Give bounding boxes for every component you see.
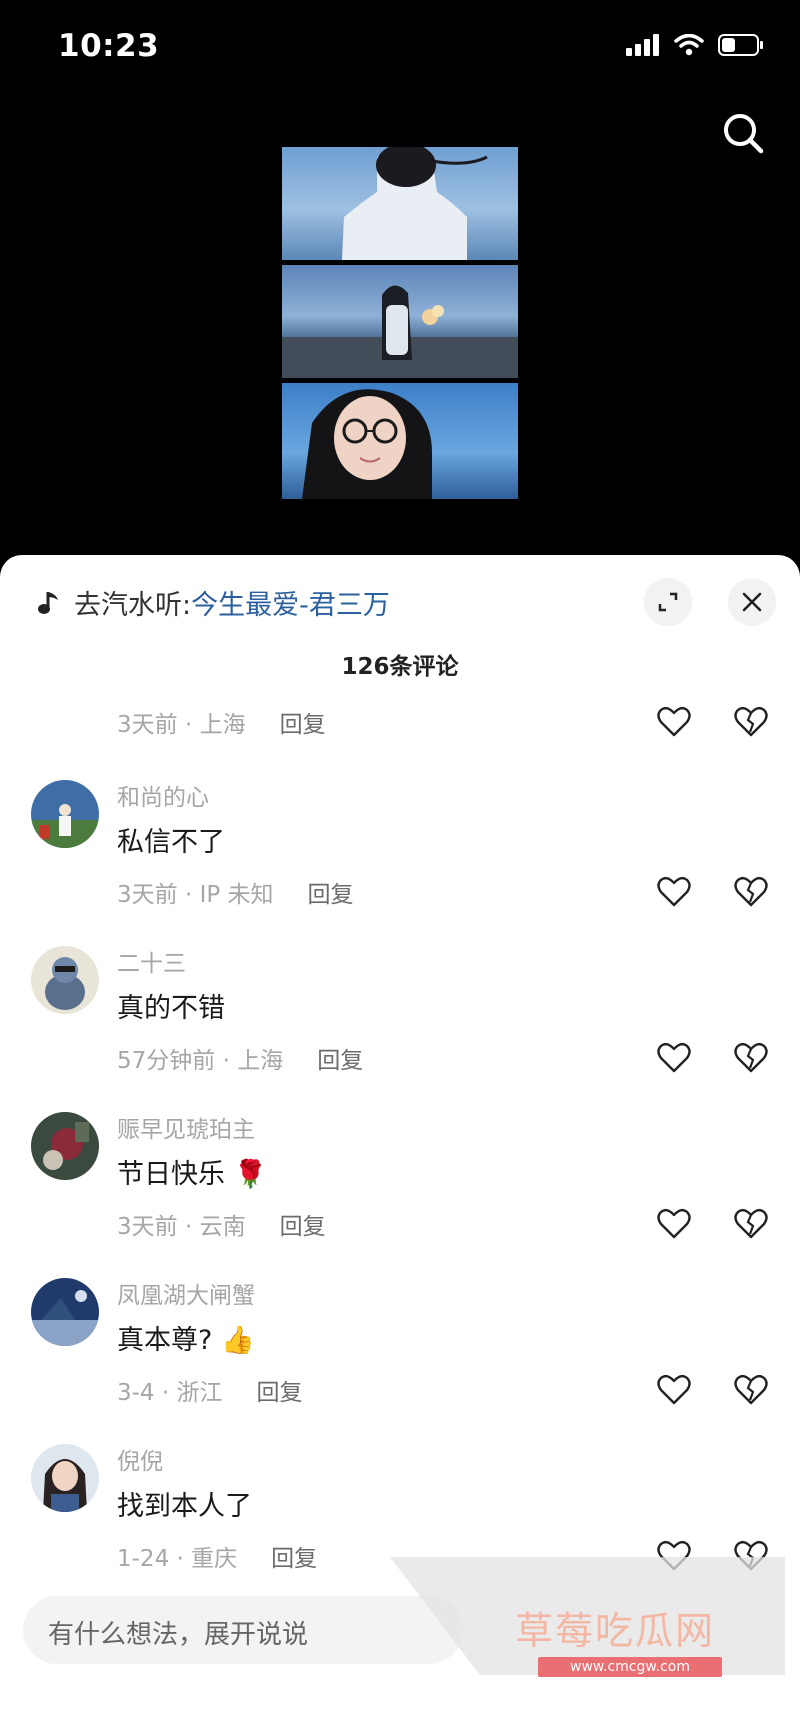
status-icons [626, 34, 764, 56]
wifi-icon [674, 34, 704, 56]
comment-item: 凤凰湖大闸蟹 真本尊? 👍 3-4 · 浙江 回复 [0, 1278, 800, 1444]
reply-button[interactable]: 回复 [280, 705, 326, 739]
close-icon [742, 592, 762, 612]
heart-icon[interactable] [657, 705, 691, 739]
comment-username[interactable]: 赈早见琥珀主 [117, 1110, 255, 1144]
close-button[interactable] [728, 578, 776, 626]
broken-heart-icon[interactable] [734, 705, 768, 739]
comment-time-location: 1-24 · 重庆 [117, 1546, 238, 1572]
comment-meta: 3天前 · 上海 回复 [117, 705, 326, 739]
music-link[interactable]: 去汽水听: 今生最爱-君三万 [36, 583, 390, 622]
reply-button[interactable]: 回复 [257, 1373, 303, 1407]
comment-username[interactable]: 倪倪 [117, 1442, 163, 1476]
search-icon [724, 114, 764, 154]
video-panel-1 [282, 147, 518, 260]
comment-item: 二十三 真的不错 57分钟前 · 上海 回复 [0, 946, 800, 1112]
comment-text: 节日快乐 🌹 [117, 1159, 268, 1190]
heart-icon[interactable] [657, 1373, 691, 1407]
comment-meta: 3天前 · 云南 回复 [117, 1207, 326, 1241]
music-prefix: 去汽水听: [74, 590, 192, 621]
avatar[interactable] [31, 1278, 99, 1346]
comment-count: 126条评论 [341, 654, 459, 680]
comment-time-location: 3天前 · IP 未知 [117, 882, 274, 908]
watermark-title: 草莓吃瓜网 [515, 1609, 716, 1653]
broken-heart-icon[interactable] [734, 875, 768, 909]
status-bar: 10:23 [0, 0, 800, 96]
thumbs-up-emoji: 👍 [220, 1325, 255, 1356]
comment-item: 赈早见琥珀主 节日快乐 🌹 3天前 · 云南 回复 [0, 1112, 800, 1278]
signal-icon [626, 34, 659, 56]
comment-text: 真的不错 [117, 993, 225, 1024]
comment-text: 找到本人了 [117, 1491, 252, 1522]
comment-username[interactable]: 和尚的心 [117, 778, 209, 812]
comment-meta: 3天前 · IP 未知 回复 [117, 875, 354, 909]
broken-heart-icon[interactable] [734, 1373, 768, 1407]
comment-text: 真本尊? 👍 [117, 1325, 255, 1356]
comment-meta: 1-24 · 重庆 回复 [117, 1539, 317, 1573]
comment-username[interactable]: 二十三 [117, 944, 186, 978]
comment-item: 和尚的心 私信不了 3天前 · IP 未知 回复 [0, 780, 800, 946]
watermark: 草莓吃瓜网 www.cmcgw.com [390, 1557, 785, 1697]
broken-heart-icon[interactable] [734, 1041, 768, 1075]
comment-time-location: 3天前 · 上海 [117, 712, 246, 738]
heart-icon[interactable] [657, 875, 691, 909]
reply-button[interactable]: 回复 [271, 1539, 317, 1573]
reply-button[interactable]: 回复 [308, 875, 354, 909]
comment-meta: 3-4 · 浙江 回复 [117, 1373, 303, 1407]
video-panel-3 [282, 383, 518, 499]
comment-input-placeholder: 有什么想法，展开说说 [48, 1620, 309, 1650]
comment-meta: 57分钟前 · 上海 回复 [117, 1041, 363, 1075]
broken-heart-icon[interactable] [734, 1207, 768, 1241]
video-panel-2 [282, 265, 518, 378]
heart-icon[interactable] [657, 1041, 691, 1075]
reply-button[interactable]: 回复 [317, 1041, 363, 1075]
comment-time-location: 3-4 · 浙江 [117, 1380, 223, 1406]
comment-text: 私信不了 [117, 827, 225, 858]
status-time: 10:23 [58, 28, 160, 64]
reply-button[interactable]: 回复 [280, 1207, 326, 1241]
rose-emoji: 🌹 [233, 1159, 268, 1190]
music-song-title[interactable]: 今生最爱-君三万 [191, 583, 390, 622]
comment-username[interactable]: 凤凰湖大闸蟹 [117, 1276, 255, 1310]
avatar[interactable] [31, 1112, 99, 1180]
music-note-icon [38, 591, 58, 614]
comment-time-location: 3天前 · 云南 [117, 1214, 246, 1240]
avatar[interactable] [31, 1444, 99, 1512]
avatar[interactable] [31, 780, 99, 848]
comment-time-location: 57分钟前 · 上海 [117, 1048, 284, 1074]
avatar[interactable] [31, 946, 99, 1014]
video-preview[interactable] [282, 147, 518, 499]
expand-button[interactable] [644, 578, 692, 626]
watermark-url: www.cmcgw.com [538, 1657, 722, 1677]
search-button[interactable] [716, 106, 772, 162]
heart-icon[interactable] [657, 1207, 691, 1241]
battery-icon [718, 34, 763, 56]
expand-icon [658, 592, 678, 612]
